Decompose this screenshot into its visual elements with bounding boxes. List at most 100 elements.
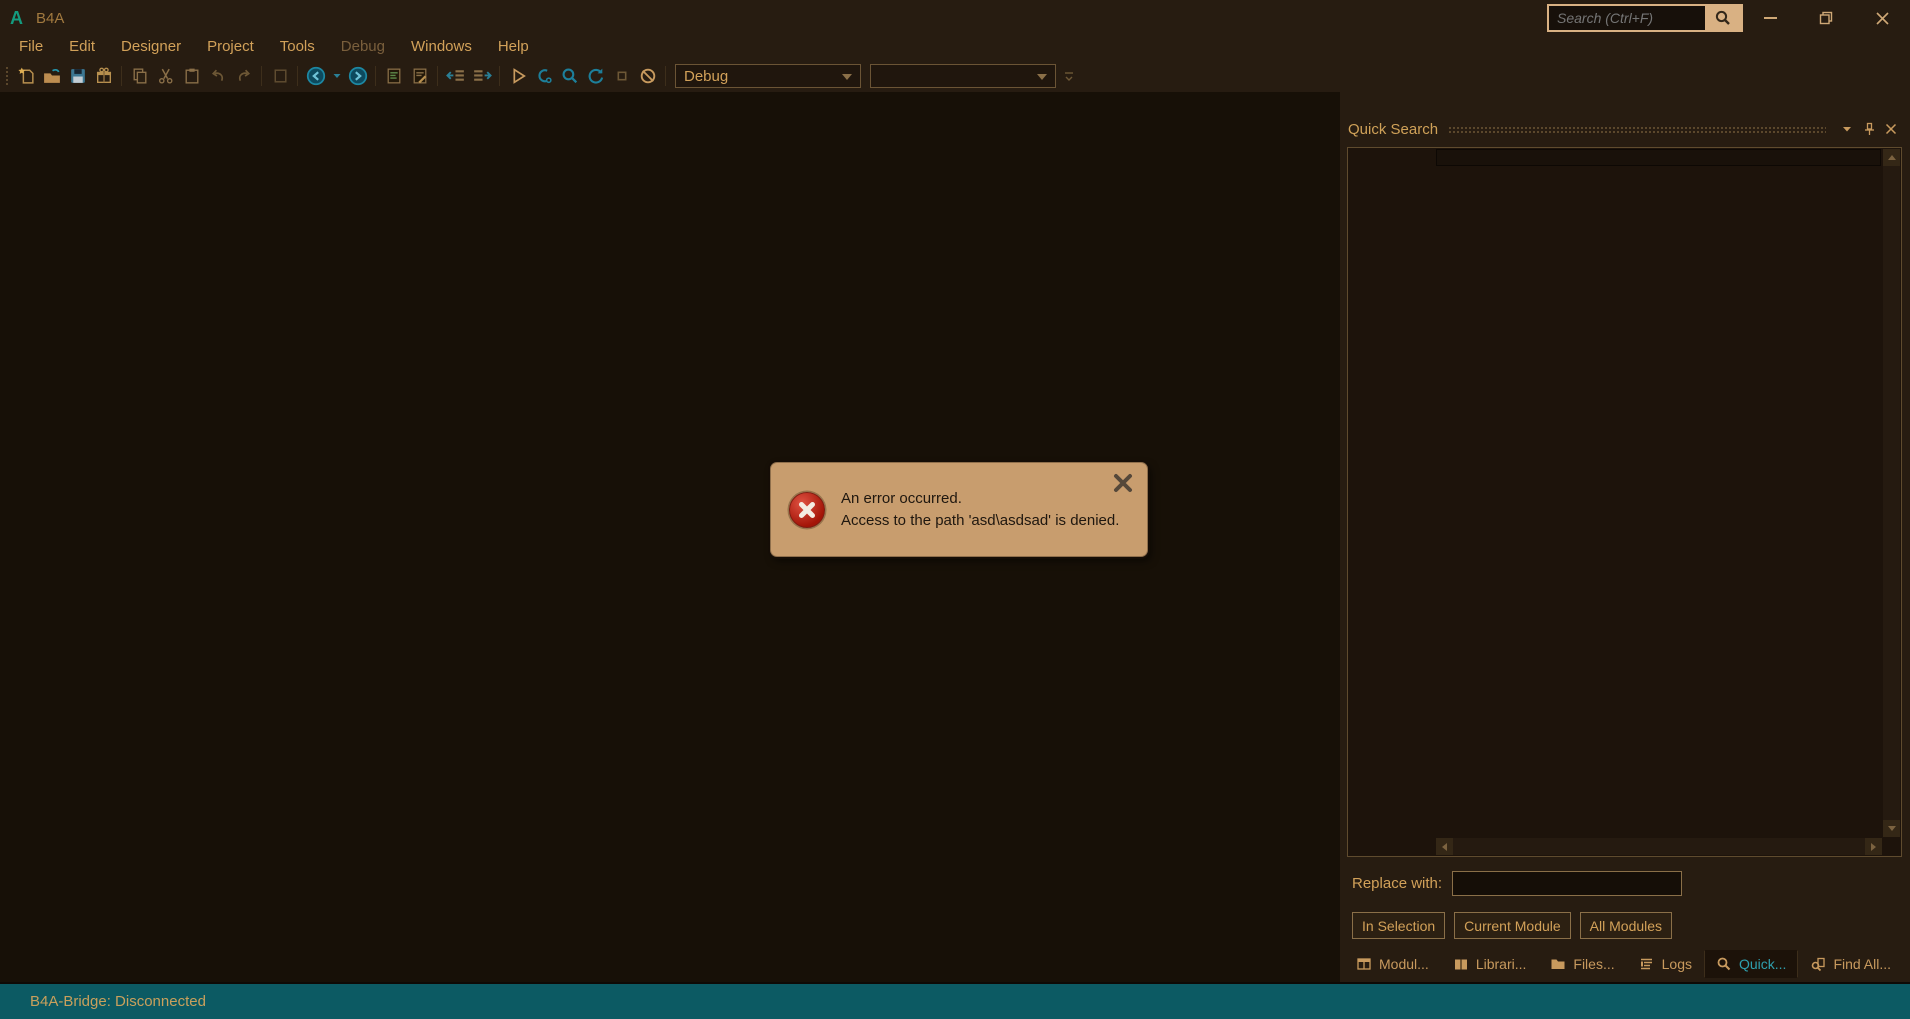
toolbar-separator	[499, 66, 500, 86]
module-selector-combobox[interactable]	[870, 64, 1056, 88]
close-button[interactable]	[1854, 0, 1910, 36]
app-logo: A	[10, 8, 23, 28]
resume-icon[interactable]	[583, 63, 608, 89]
debug-icon[interactable]	[557, 63, 582, 89]
menu-help[interactable]: Help	[485, 36, 542, 60]
replace-label: Replace with:	[1352, 874, 1443, 892]
tab-modules[interactable]: Modul...	[1344, 950, 1441, 978]
scroll-down-button[interactable]	[1883, 820, 1900, 837]
menu-file[interactable]: File	[6, 36, 56, 60]
tab-label: Files...	[1573, 956, 1615, 972]
navigate-forward-icon[interactable]	[345, 63, 370, 89]
search-input[interactable]	[1549, 6, 1705, 30]
scroll-left-button[interactable]	[1436, 838, 1453, 855]
chevron-down-icon	[1843, 127, 1851, 132]
build-configuration-combobox[interactable]: Debug	[675, 64, 861, 88]
tab-libraries[interactable]: Librari...	[1441, 950, 1539, 978]
tab-find-all-references[interactable]: Find All...	[1798, 950, 1903, 978]
stop-icon[interactable]	[609, 63, 634, 89]
copy-icon[interactable]	[127, 63, 152, 89]
designer-grid-icon[interactable]	[267, 63, 292, 89]
restore-icon	[1818, 10, 1834, 26]
clean-project-icon[interactable]	[635, 63, 660, 89]
menu-designer[interactable]: Designer	[108, 36, 194, 60]
panel-menu-button[interactable]	[1836, 120, 1858, 138]
panel-drag-texture[interactable]	[1448, 126, 1826, 134]
window-controls	[1742, 0, 1910, 36]
outdent-icon[interactable]	[443, 63, 468, 89]
vertical-scrollbar[interactable]	[1883, 149, 1900, 837]
replace-input[interactable]	[1452, 870, 1683, 896]
all-modules-button[interactable]: All Modules	[1579, 912, 1673, 939]
connect-device-icon[interactable]	[531, 63, 556, 89]
close-icon	[1875, 11, 1890, 26]
undo-icon[interactable]	[205, 63, 230, 89]
tab-label: Find All...	[1833, 956, 1892, 972]
search-submit-button[interactable]	[1705, 6, 1741, 30]
new-project-icon[interactable]	[13, 63, 38, 89]
current-module-button[interactable]: Current Module	[1454, 912, 1571, 939]
logs-icon	[1640, 958, 1652, 970]
toolbar-separator	[297, 66, 298, 86]
restore-button[interactable]	[1798, 0, 1854, 36]
menu-project[interactable]: Project	[194, 36, 267, 60]
panel-header[interactable]: Quick Search	[1348, 118, 1902, 140]
navigate-back-icon[interactable]	[303, 63, 328, 89]
scope-buttons-row: In Selection Current Module All Modules	[1352, 912, 1673, 939]
paste-icon[interactable]	[179, 63, 204, 89]
panel-pin-button[interactable]	[1858, 120, 1880, 138]
tab-logs[interactable]: Logs	[1627, 950, 1704, 978]
title-bar: A B4A	[0, 0, 1910, 36]
triangle-right-icon	[1871, 842, 1876, 851]
files-icon	[1551, 959, 1565, 969]
toolbar-grip[interactable]	[4, 65, 10, 87]
scroll-right-button[interactable]	[1865, 838, 1882, 855]
find-all-icon	[1812, 957, 1826, 972]
tab-label: Librari...	[1475, 956, 1527, 972]
package-icon[interactable]	[91, 63, 116, 89]
window-title: B4A	[36, 10, 65, 27]
comment-selection-icon[interactable]	[381, 63, 406, 89]
close-icon	[1885, 123, 1897, 135]
error-icon	[789, 491, 825, 528]
horizontal-scrollbar[interactable]	[1436, 838, 1882, 855]
tab-quick-search[interactable]: Quick...	[1703, 950, 1799, 978]
minimize-button[interactable]	[1742, 0, 1798, 36]
redo-icon[interactable]	[231, 63, 256, 89]
open-project-icon[interactable]	[39, 63, 64, 89]
main-toolbar: Debug	[0, 60, 1910, 92]
back-history-dropdown-icon[interactable]	[329, 63, 344, 89]
quick-search-dock: Quick Search Replace with: In Selection …	[1340, 92, 1910, 982]
quick-search-input[interactable]	[1436, 149, 1881, 166]
replace-row: Replace with:	[1352, 870, 1683, 896]
error-message: An error occurred. Access to the path 'a…	[841, 488, 1119, 532]
triangle-up-icon	[1887, 155, 1896, 160]
tab-files[interactable]: Files...	[1538, 950, 1626, 978]
chevron-down-icon	[842, 74, 852, 80]
toolbar-overflow-icon[interactable]	[1061, 63, 1077, 89]
dialog-close-button[interactable]	[1111, 471, 1135, 495]
search-icon	[1714, 9, 1732, 27]
menu-tools[interactable]: Tools	[267, 36, 328, 60]
menu-edit[interactable]: Edit	[56, 36, 108, 60]
minimize-icon	[1763, 17, 1777, 19]
save-all-icon[interactable]	[65, 63, 90, 89]
quick-search-results-panel[interactable]	[1347, 147, 1902, 857]
toolbar-separator	[375, 66, 376, 86]
tab-label: Quick...	[1738, 956, 1787, 972]
run-icon[interactable]	[505, 63, 530, 89]
build-configuration-value: Debug	[684, 67, 729, 85]
global-search-box	[1547, 4, 1743, 32]
panel-close-button[interactable]	[1880, 120, 1902, 138]
scroll-up-button[interactable]	[1883, 149, 1900, 166]
menu-windows[interactable]: Windows	[398, 36, 485, 60]
pin-icon	[1864, 122, 1874, 135]
status-bar: B4A-Bridge: Disconnected	[0, 982, 1910, 1019]
cut-icon[interactable]	[153, 63, 178, 89]
error-line-1: An error occurred.	[841, 489, 962, 507]
menu-bar: File Edit Designer Project Tools Debug W…	[0, 36, 1910, 60]
error-dialog: An error occurred. Access to the path 'a…	[770, 462, 1148, 557]
indent-icon[interactable]	[469, 63, 494, 89]
uncomment-selection-icon[interactable]	[407, 63, 432, 89]
in-selection-button[interactable]: In Selection	[1352, 912, 1446, 939]
